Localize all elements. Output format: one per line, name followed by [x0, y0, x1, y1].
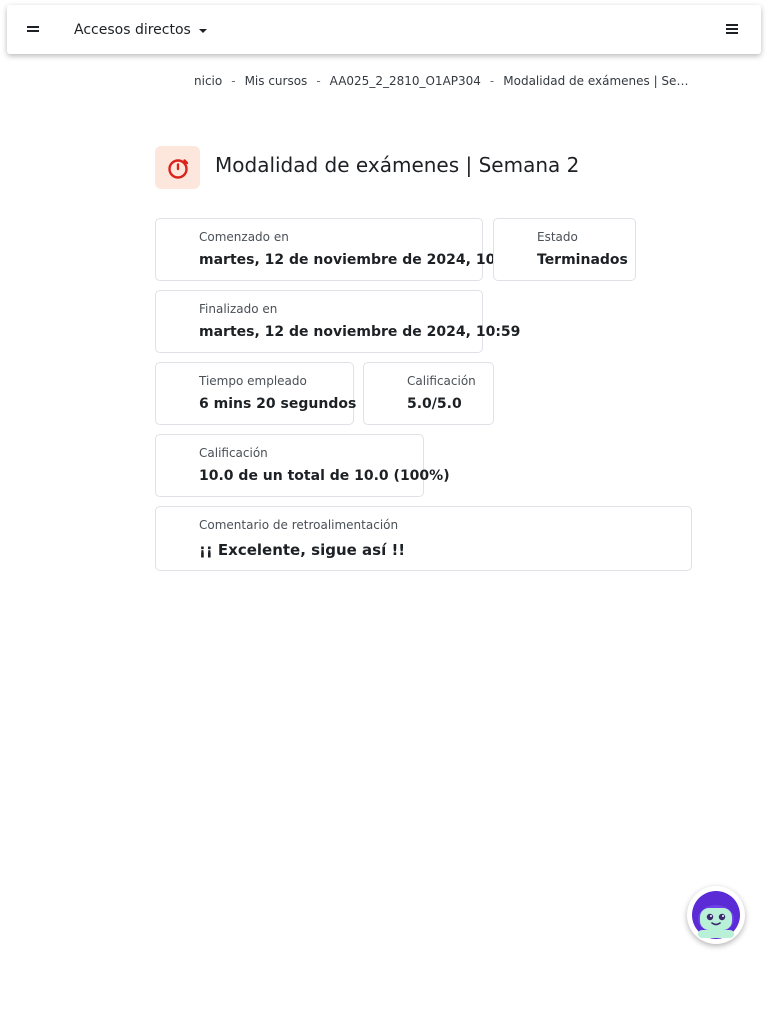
shortcuts-label: Accesos directos — [74, 22, 191, 38]
quiz-activity-icon — [155, 146, 200, 189]
completed-on-value: martes, 12 de noviembre de 2024, 10:59 — [199, 324, 521, 340]
shortcuts-dropdown[interactable]: Accesos directos — [74, 19, 207, 41]
state-label: Estado — [537, 230, 578, 244]
breadcrumb-separator: - — [231, 74, 236, 88]
marks-card: Calificación 5.0/5.0 — [363, 362, 494, 425]
marks-value: 5.0/5.0 — [407, 396, 462, 412]
state-value: Terminados — [537, 252, 628, 268]
top-navbar: Accesos directos — [7, 5, 761, 54]
chatbot-button[interactable] — [687, 886, 745, 944]
stopwatch-icon — [167, 158, 188, 179]
completed-on-card: Finalizado en martes, 12 de noviembre de… — [155, 290, 520, 353]
state-card: Estado Terminados — [493, 218, 636, 281]
drawer-toggle-icon[interactable] — [27, 23, 39, 35]
feedback-value: ¡¡ Excelente, sigue así !! — [199, 541, 406, 559]
started-on-value: martes, 12 de noviembre de 2024, 10:53 — [199, 252, 521, 268]
time-taken-value: 6 mins 20 segundos — [199, 396, 357, 412]
feedback-card: Comentario de retroalimentación ¡¡ Excel… — [155, 506, 692, 571]
feedback-label: Comentario de retroalimentación — [199, 518, 399, 532]
breadcrumb-separator: - — [316, 74, 321, 88]
caret-down-icon — [198, 29, 207, 33]
chatbot-avatar-icon — [692, 891, 740, 939]
page-title: Modalidad de exámenes | Semana 2 — [215, 153, 580, 177]
marks-label: Calificación — [407, 374, 476, 388]
time-taken-label: Tiempo empleado — [199, 374, 307, 388]
breadcrumb-home[interactable]: nicio — [194, 74, 222, 88]
grade-label: Calificación — [199, 446, 268, 460]
completed-on-label: Finalizado en — [199, 302, 278, 316]
breadcrumb-current[interactable]: Modalidad de exámenes | Semana 2 — [503, 74, 693, 88]
started-on-label: Comenzado en — [199, 230, 289, 244]
breadcrumb: nicio - Mis cursos - AA025_2_2810_O1AP30… — [194, 72, 694, 90]
grade-card: Calificación 10.0 de un total de 10.0 (1… — [155, 434, 450, 497]
breadcrumb-my-courses[interactable]: Mis cursos — [245, 74, 308, 88]
started-on-card: Comenzado en martes, 12 de noviembre de … — [155, 218, 520, 281]
breadcrumb-course[interactable]: AA025_2_2810_O1AP304 — [330, 74, 481, 88]
breadcrumb-separator: - — [489, 74, 495, 88]
hamburger-menu-icon[interactable] — [726, 23, 738, 36]
grade-value: 10.0 de un total de 10.0 (100%) — [199, 468, 450, 484]
time-taken-card: Tiempo empleado 6 mins 20 segundos — [155, 362, 357, 425]
